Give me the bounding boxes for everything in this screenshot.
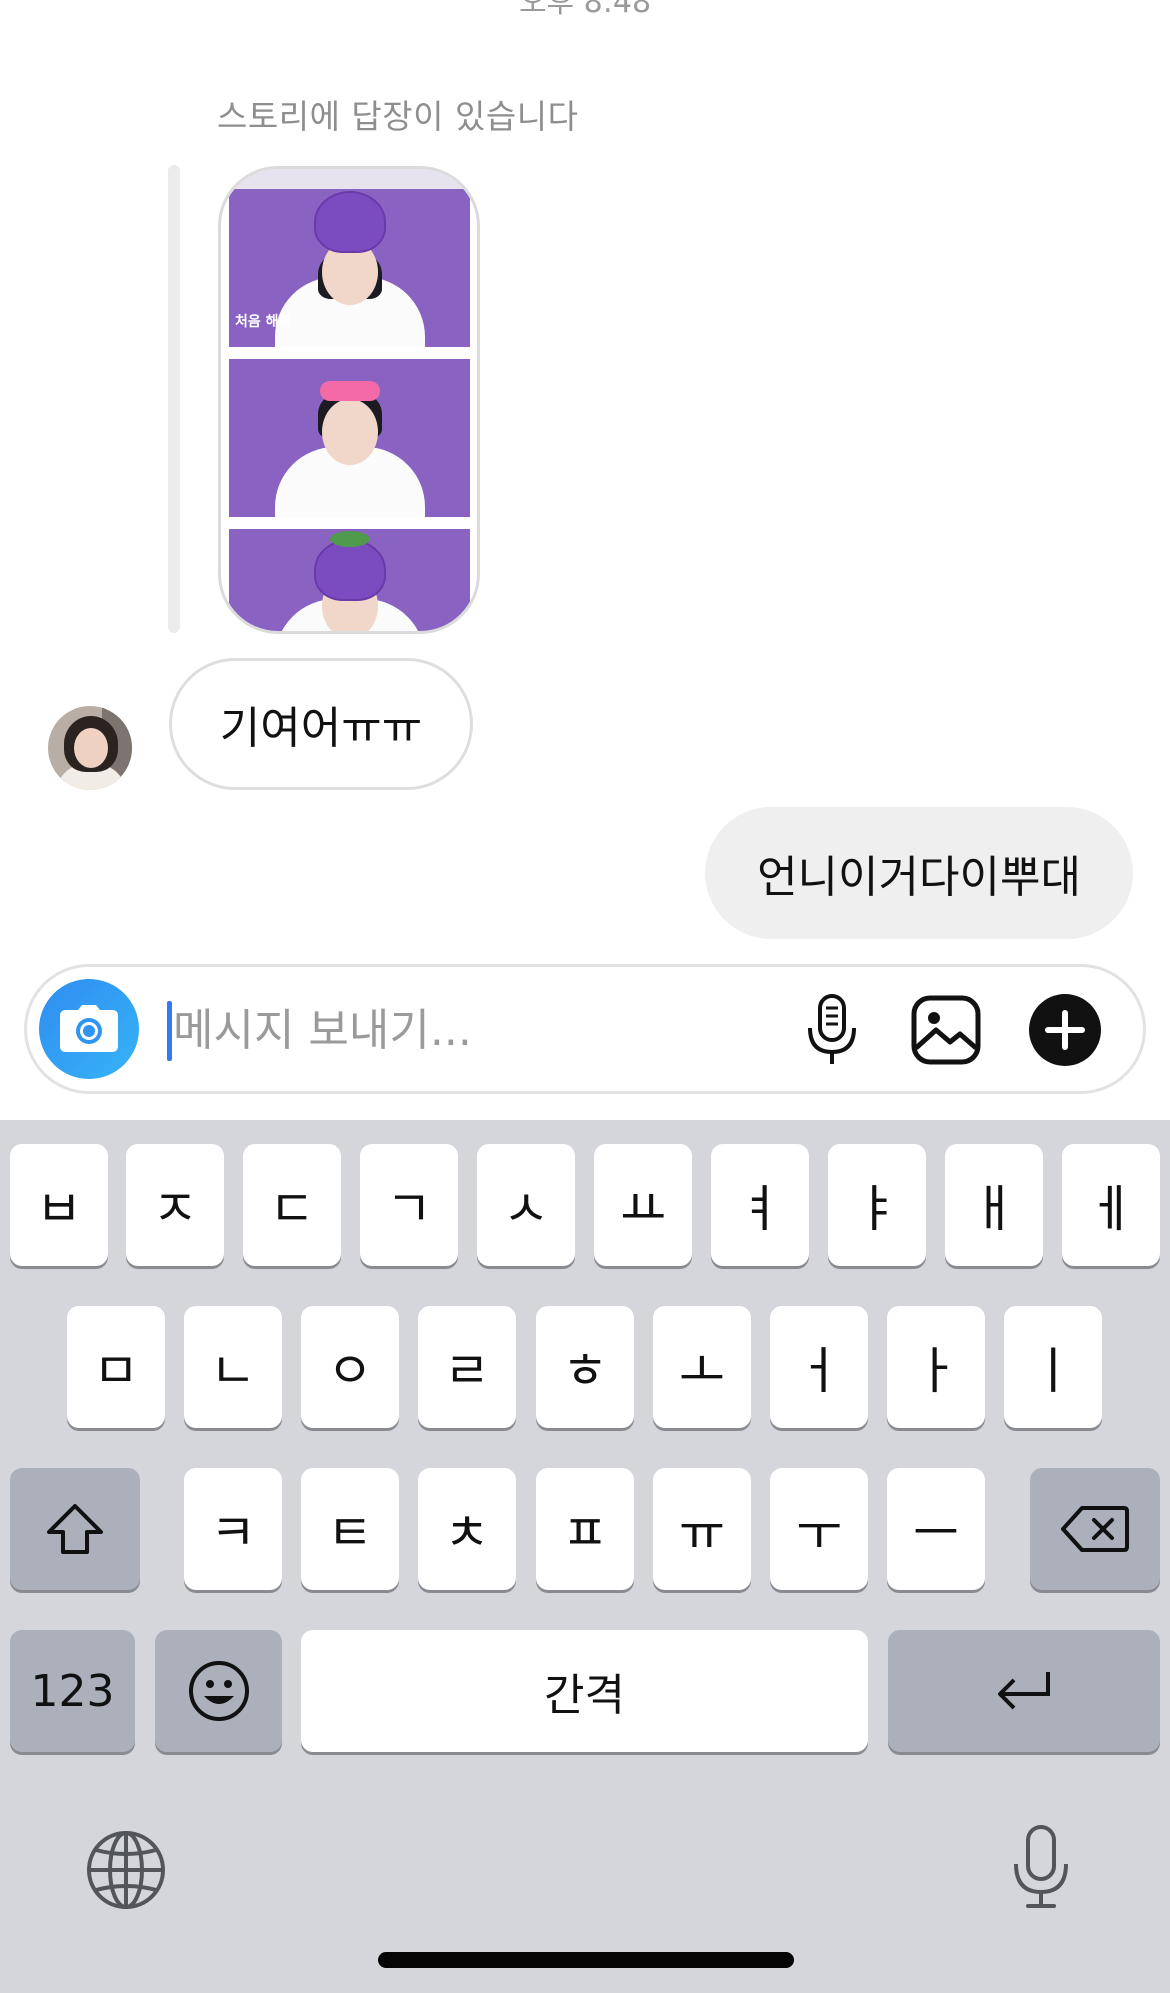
home-indicator [378, 1952, 794, 1968]
key[interactable]: ㅕ [711, 1144, 809, 1266]
shift-icon [47, 1504, 103, 1554]
story-photo-panel-3 [229, 529, 470, 631]
camera-icon [60, 1005, 118, 1052]
return-key[interactable] [888, 1630, 1160, 1752]
key[interactable]: ㅜ [770, 1468, 868, 1590]
gallery-button[interactable] [908, 992, 984, 1068]
microphone-icon [1014, 1825, 1068, 1908]
backspace-key[interactable] [1030, 1468, 1160, 1590]
shift-key[interactable] [10, 1468, 140, 1590]
numbers-key[interactable]: 123 [10, 1630, 135, 1752]
key[interactable]: ㅊ [418, 1468, 516, 1590]
plus-circle-icon [1029, 994, 1101, 1066]
key[interactable]: ㅠ [653, 1468, 751, 1590]
key[interactable]: ㅌ [301, 1468, 399, 1590]
key[interactable]: ㅗ [653, 1306, 751, 1428]
message-composer [24, 964, 1146, 1094]
keyboard: ㅂ ㅈ ㄷ ㄱ ㅅ ㅛ ㅕ ㅑ ㅐ ㅔ ㅁ ㄴ ㅇ ㄹ ㅎ ㅗ ㅓ ㅏ ㅣ ㅋ … [0, 1120, 1170, 1993]
key[interactable]: ㅋ [184, 1468, 282, 1590]
key[interactable]: ㅍ [536, 1468, 634, 1590]
key[interactable]: ㄷ [243, 1144, 341, 1266]
key[interactable]: ㅐ [945, 1144, 1043, 1266]
sender-avatar[interactable] [48, 706, 132, 790]
voice-message-button[interactable] [794, 992, 870, 1068]
message-timestamp: 오후 8:48 [518, 0, 652, 20]
key[interactable]: ㅑ [828, 1144, 926, 1266]
key[interactable]: ㅎ [536, 1306, 634, 1428]
dictation-button[interactable] [1010, 1824, 1072, 1910]
key[interactable]: ㅣ [1004, 1306, 1102, 1428]
key[interactable]: ㅂ [10, 1144, 108, 1266]
camera-button[interactable] [39, 979, 139, 1079]
key[interactable]: ㅛ [594, 1144, 692, 1266]
key[interactable]: ㄴ [184, 1306, 282, 1428]
incoming-message-bubble[interactable]: 기여어ㅠㅠ [169, 658, 473, 790]
more-options-button[interactable] [1027, 992, 1103, 1068]
story-top-strip [221, 169, 477, 189]
globe-button[interactable] [86, 1830, 166, 1910]
return-icon [998, 1672, 1050, 1710]
microphone-icon [808, 994, 856, 1064]
backspace-icon [1061, 1506, 1129, 1552]
story-reply-label: 스토리에 답장이 있습니다 [217, 97, 579, 136]
emoji-icon [188, 1661, 249, 1721]
key[interactable]: ㅡ [887, 1468, 985, 1590]
outgoing-message-bubble[interactable]: 언니이거다이뿌대 [705, 807, 1133, 939]
key[interactable]: ㅇ [301, 1306, 399, 1428]
globe-icon [87, 1831, 165, 1909]
story-photo-panel-1: 처음 해봄 [229, 189, 470, 347]
emoji-key[interactable] [155, 1630, 282, 1752]
key[interactable]: ㅁ [67, 1306, 165, 1428]
key[interactable]: ㅅ [477, 1144, 575, 1266]
space-key[interactable]: 간격 [301, 1630, 868, 1752]
key[interactable]: ㄱ [360, 1144, 458, 1266]
key[interactable]: ㄹ [418, 1306, 516, 1428]
key[interactable]: ㅏ [887, 1306, 985, 1428]
story-caption: 처음 해봄 [235, 314, 292, 330]
story-photo-panel-2 [229, 359, 470, 517]
gallery-icon [911, 995, 981, 1065]
key[interactable]: ㅓ [770, 1306, 868, 1428]
key[interactable]: ㅈ [126, 1144, 224, 1266]
story-preview-card[interactable]: 처음 해봄 [218, 166, 480, 634]
text-caret [167, 1001, 172, 1061]
key[interactable]: ㅔ [1062, 1144, 1160, 1266]
reply-indicator-bar [168, 165, 180, 633]
message-input[interactable] [173, 993, 783, 1067]
